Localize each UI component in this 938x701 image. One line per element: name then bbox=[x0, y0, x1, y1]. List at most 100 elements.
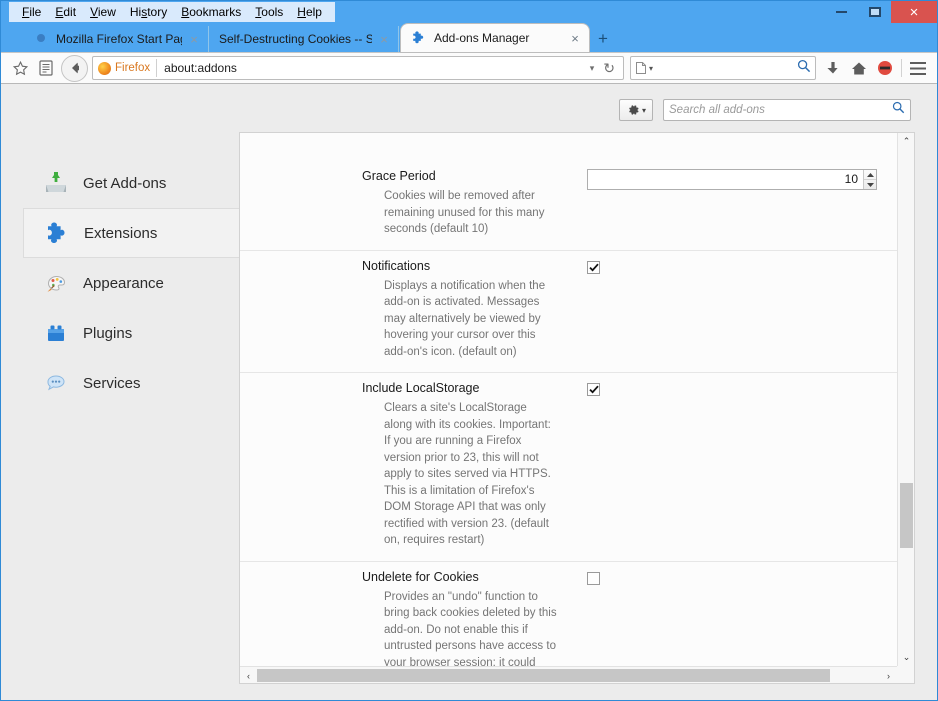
no-entry-addon-icon[interactable] bbox=[872, 56, 898, 80]
tab-start-page[interactable]: Mozilla Firefox Start Page × bbox=[23, 26, 209, 52]
bookmark-star-icon[interactable] bbox=[7, 56, 33, 80]
search-bar[interactable]: ▾ bbox=[630, 56, 816, 80]
reader-mode-icon[interactable] bbox=[33, 56, 59, 80]
services-icon bbox=[43, 370, 69, 396]
grace-period-stepper[interactable] bbox=[863, 170, 876, 189]
menu-edit[interactable]: Edit bbox=[48, 3, 83, 21]
maximize-icon bbox=[868, 7, 881, 17]
tab-label: Self-Destructing Cookies -- Sur... bbox=[219, 32, 372, 46]
category-list: Get Add-ons Extensions Appearance Plugin… bbox=[23, 158, 239, 408]
setting-title: Undelete for Cookies bbox=[362, 569, 479, 584]
vertical-scroll-thumb[interactable] bbox=[900, 483, 913, 548]
close-icon[interactable]: × bbox=[186, 32, 202, 47]
menu-bar: File Edit View History Bookmarks Tools H… bbox=[9, 2, 335, 22]
sidebar-item-label: Get Add-ons bbox=[83, 174, 167, 192]
setting-control bbox=[574, 251, 875, 373]
tab-label: Add-ons Manager bbox=[434, 31, 530, 45]
palette-icon bbox=[43, 270, 69, 296]
addons-manager: ▾ Search all add-ons Get Add-ons Extensi… bbox=[1, 84, 937, 700]
undelete-for-cookies-checkbox[interactable] bbox=[587, 571, 600, 585]
gear-icon bbox=[629, 105, 639, 115]
scroll-right-arrow-icon[interactable]: › bbox=[880, 667, 897, 683]
maximize-button[interactable] bbox=[858, 1, 891, 23]
url-actions: ▾ ↻ bbox=[585, 60, 621, 77]
grace-period-input[interactable]: 10 bbox=[587, 169, 877, 190]
horizontal-scroll-thumb[interactable] bbox=[257, 669, 830, 682]
setting-description: Cookies will be removed after remaining … bbox=[384, 190, 545, 235]
reload-icon[interactable]: ↻ bbox=[601, 60, 621, 77]
scroll-up-arrow-icon[interactable]: ⌃ bbox=[898, 133, 914, 150]
tab-label: Mozilla Firefox Start Page bbox=[56, 32, 182, 46]
menu-view[interactable]: View bbox=[83, 3, 123, 21]
window-controls: × bbox=[825, 1, 937, 23]
back-button[interactable] bbox=[61, 54, 88, 82]
minimize-button[interactable] bbox=[825, 1, 858, 23]
setting-text: Undelete for Cookies Provides an "undo" … bbox=[362, 562, 574, 667]
search-icon[interactable] bbox=[892, 101, 905, 119]
scroll-down-arrow-icon[interactable]: ⌄ bbox=[898, 649, 914, 666]
plugins-icon bbox=[43, 320, 69, 346]
tab-self-destructing-cookies[interactable]: Self-Destructing Cookies -- Sur... × bbox=[209, 26, 399, 52]
minimize-icon bbox=[836, 11, 847, 13]
new-tab-button[interactable]: + bbox=[589, 26, 617, 52]
stepper-down-icon[interactable] bbox=[864, 179, 876, 189]
identity-box[interactable]: Firefox bbox=[98, 59, 158, 77]
grace-period-value[interactable]: 10 bbox=[588, 170, 863, 189]
sidebar-item-label: Plugins bbox=[83, 324, 133, 342]
setting-description: Provides an "undo" function to bring bac… bbox=[384, 590, 557, 667]
sidebar-item-label: Services bbox=[83, 374, 141, 392]
sidebar-item-label: Extensions bbox=[84, 224, 158, 242]
tab-addons-manager[interactable]: Add-ons Manager × bbox=[401, 24, 589, 52]
setting-description: Clears a site's LocalStorage along with … bbox=[384, 402, 551, 546]
identity-label: Firefox bbox=[115, 62, 151, 74]
sidebar-item-extensions[interactable]: Extensions bbox=[23, 208, 239, 258]
horizontal-scrollbar[interactable]: ‹ › bbox=[240, 666, 897, 683]
vertical-scrollbar[interactable]: ⌃ ⌄ bbox=[897, 133, 914, 666]
downloads-icon[interactable] bbox=[820, 56, 846, 80]
chevron-down-icon: ▾ bbox=[649, 63, 654, 73]
toolbar-separator bbox=[901, 59, 902, 77]
scroll-left-arrow-icon[interactable]: ‹ bbox=[240, 667, 257, 683]
url-bar[interactable]: Firefox about:addons ▾ ↻ bbox=[92, 56, 624, 80]
close-icon[interactable]: × bbox=[376, 32, 392, 47]
search-engine-selector[interactable]: ▾ bbox=[635, 61, 653, 75]
sidebar-item-get-addons[interactable]: Get Add-ons bbox=[23, 158, 239, 208]
menu-tools[interactable]: Tools bbox=[248, 3, 290, 21]
home-icon[interactable] bbox=[846, 56, 872, 80]
browser-window: File Edit View History Bookmarks Tools H… bbox=[0, 0, 938, 701]
setting-grace-period: Grace Period Cookies will be removed aft… bbox=[240, 161, 897, 251]
setting-title: Notifications bbox=[362, 258, 431, 273]
setting-description: Displays a notification when the add-on … bbox=[384, 279, 546, 358]
setting-control: 10 bbox=[574, 161, 877, 250]
sidebar-item-plugins[interactable]: Plugins bbox=[23, 308, 239, 358]
search-icon[interactable] bbox=[797, 59, 811, 78]
sidebar-item-appearance[interactable]: Appearance bbox=[23, 258, 239, 308]
close-button[interactable]: × bbox=[891, 1, 937, 23]
menu-help[interactable]: Help bbox=[290, 3, 329, 21]
stepper-up-icon[interactable] bbox=[864, 170, 876, 179]
setting-notifications: Notifications Displays a notification wh… bbox=[240, 251, 897, 373]
addon-detail-pane: Grace Period Cookies will be removed aft… bbox=[239, 132, 915, 684]
close-icon[interactable]: × bbox=[567, 31, 583, 46]
sidebar-item-label: Appearance bbox=[83, 274, 164, 292]
include-localstorage-checkbox[interactable] bbox=[587, 383, 600, 396]
setting-text: Notifications Displays a notification wh… bbox=[362, 251, 574, 373]
setting-text: Include LocalStorage Clears a site's Loc… bbox=[362, 373, 574, 561]
history-dropmarker-icon[interactable]: ▾ bbox=[585, 63, 600, 74]
preferences-list: Grace Period Cookies will be removed aft… bbox=[240, 133, 897, 666]
addons-tools-button[interactable]: ▾ bbox=[619, 99, 653, 121]
hamburger-menu-icon[interactable] bbox=[905, 56, 931, 80]
addons-search-field[interactable]: Search all add-ons bbox=[663, 99, 911, 121]
get-addons-icon bbox=[43, 170, 69, 196]
setting-include-localstorage: Include LocalStorage Clears a site's Loc… bbox=[240, 373, 897, 562]
sidebar-item-services[interactable]: Services bbox=[23, 358, 239, 408]
menu-history[interactable]: History bbox=[123, 3, 174, 21]
title-bar: File Edit View History Bookmarks Tools H… bbox=[1, 1, 937, 23]
menu-file[interactable]: File bbox=[15, 3, 48, 21]
firefox-icon bbox=[33, 31, 49, 47]
setting-text: Grace Period Cookies will be removed aft… bbox=[362, 161, 574, 250]
menu-bookmarks[interactable]: Bookmarks bbox=[174, 3, 248, 21]
close-icon: × bbox=[909, 3, 919, 21]
notifications-checkbox[interactable] bbox=[587, 260, 600, 274]
url-text[interactable]: about:addons bbox=[164, 61, 585, 75]
